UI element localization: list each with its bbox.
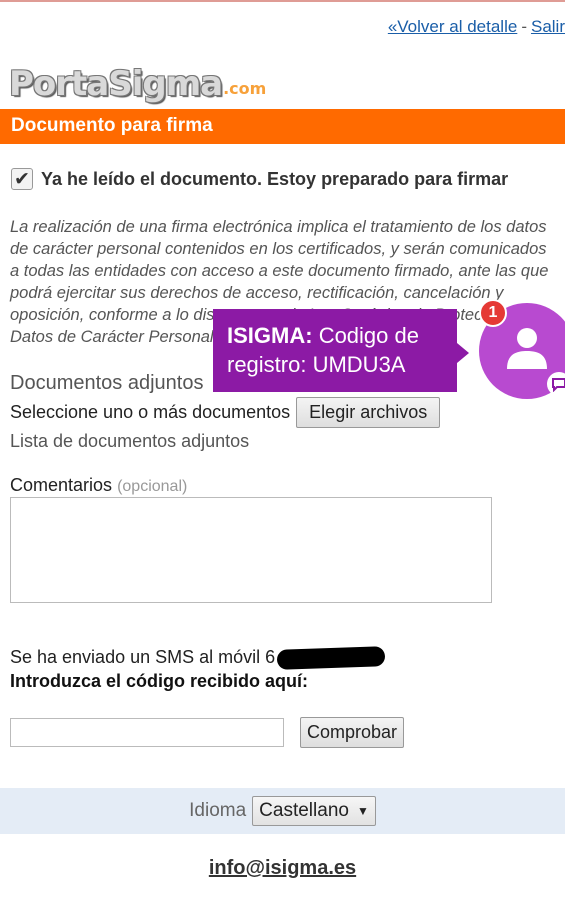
sms-code-input[interactable] (10, 718, 284, 747)
chat-bubble-icon (552, 378, 565, 392)
logo-main-text: PortaSigma (9, 64, 223, 104)
comments-label-text: Comentarios (10, 475, 113, 495)
comments-optional-hint: (opcional) (117, 478, 188, 495)
contact-email-link[interactable]: info@isigma.es (209, 857, 356, 879)
person-icon (507, 328, 547, 369)
comments-textarea[interactable] (10, 497, 492, 603)
language-label: Idioma (189, 800, 247, 821)
choose-files-button[interactable]: Elegir archivos (296, 397, 441, 428)
read-confirmation-label: Ya he leído el documento. Estoy preparad… (41, 168, 509, 189)
message-app-icon (547, 372, 565, 396)
language-bar: Idioma Castellano ▼ (0, 788, 565, 834)
attachments-list-link[interactable]: Lista de documentos adjuntos (10, 431, 249, 452)
attachments-picker: Seleccione uno o más documentos Elegir a… (10, 397, 441, 428)
page-title-banner: Documento para firma (0, 109, 565, 144)
portasigma-logo: PortaSigma .com (9, 60, 266, 104)
attachments-select-label: Seleccione uno o más documentos (10, 402, 291, 422)
redacted-phone-number (276, 646, 386, 671)
logo-suffix: .com (223, 79, 267, 98)
back-to-detail-link[interactable]: «Volver al detalle (388, 17, 517, 36)
language-select[interactable]: Castellano ▼ (252, 796, 376, 826)
link-separator: - (521, 17, 527, 36)
attachments-title: Documentos adjuntos (10, 372, 204, 394)
read-confirmation[interactable]: ✔ Ya he leído el documento. Estoy prepar… (11, 168, 508, 190)
notification-count-badge: 1 (479, 299, 507, 327)
sms-code-prompt: Introduzca el código recibido aquí: (10, 671, 309, 691)
read-confirmation-checkbox[interactable]: ✔ (11, 168, 33, 190)
exit-link[interactable]: Salir (531, 17, 565, 36)
sms-sent-notice: Se ha enviado un SMS al móvil 6 (10, 646, 386, 671)
notification-sender: ISIGMA: (227, 323, 313, 348)
check-code-button[interactable]: Comprobar (300, 717, 405, 748)
comments-label: Comentarios (opcional) (10, 475, 187, 496)
language-selected-value: Castellano (259, 800, 349, 821)
notification-bubble[interactable]: ISIGMA: Codigo de registro: UMDU3A (213, 309, 469, 392)
dropdown-caret-icon: ▼ (356, 804, 369, 818)
top-border (0, 0, 565, 2)
sms-sent-text: Se ha enviado un SMS al móvil 6 (10, 647, 276, 667)
header-links: «Volver al detalle - Salir (388, 17, 565, 37)
footer: info@isigma.es (0, 857, 565, 880)
